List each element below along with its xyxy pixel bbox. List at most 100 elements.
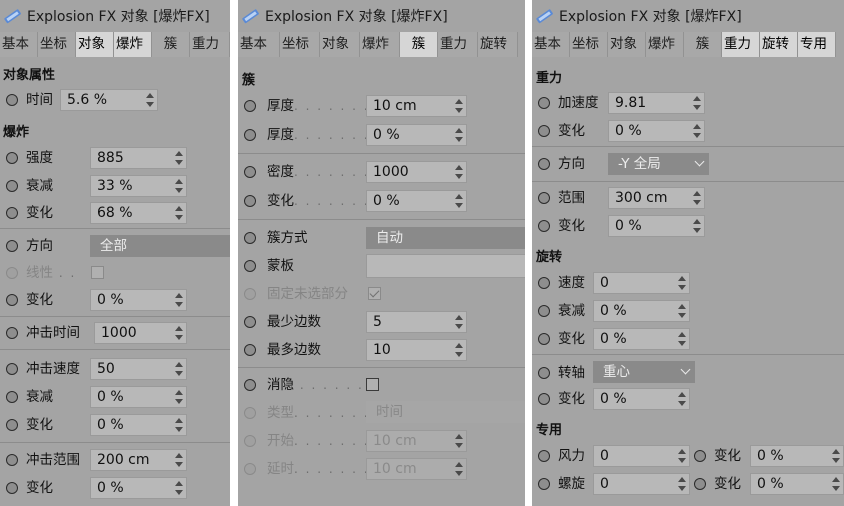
- spinner-icon[interactable]: [678, 449, 686, 463]
- tab-basic[interactable]: 基本: [0, 32, 38, 57]
- variation-field[interactable]: 0 %: [90, 477, 187, 499]
- spinner-icon[interactable]: [175, 362, 183, 376]
- delay-field[interactable]: 10 cm: [366, 458, 467, 480]
- spinner-icon[interactable]: [678, 332, 686, 346]
- keyframe-dot-icon[interactable]: [244, 316, 256, 328]
- tab-coordinates[interactable]: 坐标: [280, 32, 320, 57]
- tab-cluster[interactable]: 簇: [152, 32, 190, 57]
- keyframe-dot-icon[interactable]: [244, 260, 256, 272]
- keyframe-dot-icon[interactable]: [244, 232, 256, 244]
- variation-field[interactable]: 0 %: [608, 215, 705, 237]
- keyframe-dot-icon[interactable]: [538, 125, 550, 137]
- thickness-field[interactable]: 10 cm: [366, 95, 467, 117]
- impact-range-field[interactable]: 200 cm: [90, 449, 187, 471]
- keyframe-dot-icon[interactable]: [538, 158, 550, 170]
- decay-field[interactable]: 0 %: [90, 386, 187, 408]
- keyframe-dot-icon[interactable]: [244, 166, 256, 178]
- keyframe-dot-icon[interactable]: [538, 277, 550, 289]
- keyframe-dot-icon[interactable]: [694, 478, 706, 490]
- spinner-icon[interactable]: [175, 179, 183, 193]
- spinner-icon[interactable]: [455, 128, 463, 142]
- keyframe-dot-icon[interactable]: [244, 129, 256, 141]
- time-field[interactable]: 5.6 %: [60, 89, 158, 111]
- spinner-icon[interactable]: [455, 434, 463, 448]
- tab-cluster[interactable]: 簇: [684, 32, 722, 57]
- max-edges-field[interactable]: 10: [366, 339, 467, 361]
- keyframe-dot-icon[interactable]: [538, 97, 550, 109]
- variation-field[interactable]: 0 %: [593, 388, 690, 410]
- keyframe-dot-icon[interactable]: [6, 327, 18, 339]
- wind-field[interactable]: 0: [593, 445, 690, 467]
- tab-gravity[interactable]: 重力: [722, 32, 760, 57]
- keyframe-dot-icon[interactable]: [6, 207, 18, 219]
- tab-coordinates[interactable]: 坐标: [38, 32, 76, 57]
- tab-gravity[interactable]: 重力: [190, 32, 230, 57]
- mask-link-field[interactable]: [366, 254, 525, 278]
- variation-field[interactable]: 0 %: [90, 289, 187, 311]
- spinner-icon[interactable]: [455, 343, 463, 357]
- keyframe-dot-icon[interactable]: [6, 391, 18, 403]
- tab-explosion[interactable]: 爆炸: [360, 32, 400, 57]
- strength-field[interactable]: 885: [90, 147, 187, 169]
- linear-checkbox[interactable]: [91, 266, 104, 279]
- keyframe-dot-icon[interactable]: [244, 344, 256, 356]
- tab-rotation[interactable]: 旋转: [760, 32, 798, 57]
- impact-speed-field[interactable]: 50: [90, 358, 187, 380]
- speed-field[interactable]: 0: [593, 272, 690, 294]
- cluster-mode-dropdown[interactable]: 自动: [366, 227, 525, 249]
- spinner-icon[interactable]: [455, 165, 463, 179]
- spinner-icon[interactable]: [175, 418, 183, 432]
- spinner-icon[interactable]: [832, 449, 840, 463]
- tab-coordinates[interactable]: 坐标: [570, 32, 608, 57]
- decay-field[interactable]: 0 %: [593, 300, 690, 322]
- spinner-icon[interactable]: [455, 462, 463, 476]
- axis-dropdown[interactable]: 重心: [593, 361, 695, 383]
- spinner-icon[interactable]: [678, 477, 686, 491]
- tab-object[interactable]: 对象: [76, 32, 114, 57]
- tab-basic[interactable]: 基本: [532, 32, 570, 57]
- keyframe-dot-icon[interactable]: [538, 305, 550, 317]
- min-edges-field[interactable]: 5: [366, 311, 467, 333]
- spinner-icon[interactable]: [832, 477, 840, 491]
- tab-explosion[interactable]: 爆炸: [646, 32, 684, 57]
- keyframe-dot-icon[interactable]: [244, 379, 256, 391]
- keyframe-dot-icon[interactable]: [6, 180, 18, 192]
- keyframe-dot-icon[interactable]: [538, 367, 550, 379]
- keyframe-dot-icon[interactable]: [6, 94, 18, 106]
- keyframe-dot-icon[interactable]: [6, 482, 18, 494]
- range-field[interactable]: 300 cm: [608, 187, 705, 209]
- tab-object[interactable]: 对象: [608, 32, 646, 57]
- tab-cluster[interactable]: 簇: [400, 32, 438, 57]
- variation-field[interactable]: 0 %: [593, 328, 690, 350]
- type-dropdown[interactable]: 时间: [366, 401, 525, 423]
- keyframe-dot-icon[interactable]: [6, 363, 18, 375]
- keyframe-dot-icon[interactable]: [538, 192, 550, 204]
- spinner-icon[interactable]: [693, 96, 701, 110]
- spinner-icon[interactable]: [175, 390, 183, 404]
- keyframe-dot-icon[interactable]: [6, 419, 18, 431]
- keyframe-dot-icon[interactable]: [6, 152, 18, 164]
- keyframe-dot-icon[interactable]: [6, 454, 18, 466]
- spinner-icon[interactable]: [175, 453, 183, 467]
- spinner-icon[interactable]: [175, 481, 183, 495]
- keyframe-dot-icon[interactable]: [244, 100, 256, 112]
- spiral-variation-field[interactable]: 0 %: [750, 473, 844, 495]
- acceleration-field[interactable]: 9.81: [608, 92, 705, 114]
- tab-special[interactable]: 专用: [798, 32, 836, 57]
- variation-field[interactable]: 0 %: [608, 120, 705, 142]
- direction-dropdown[interactable]: -Y 全局: [608, 153, 709, 175]
- spinner-icon[interactable]: [455, 315, 463, 329]
- keyframe-dot-icon[interactable]: [538, 478, 550, 490]
- decay-field[interactable]: 33 %: [90, 175, 187, 197]
- spiral-field[interactable]: 0: [593, 473, 690, 495]
- keyframe-dot-icon[interactable]: [244, 195, 256, 207]
- thickness-variation-field[interactable]: 0 %: [366, 124, 467, 146]
- spinner-icon[interactable]: [175, 293, 183, 307]
- keyframe-dot-icon[interactable]: [538, 450, 550, 462]
- keyframe-dot-icon[interactable]: [538, 333, 550, 345]
- spinner-icon[interactable]: [455, 99, 463, 113]
- variation-field[interactable]: 0 %: [366, 190, 467, 212]
- tab-explosion[interactable]: 爆炸: [114, 32, 152, 57]
- fade-checkbox[interactable]: [366, 378, 379, 391]
- spinner-icon[interactable]: [175, 151, 183, 165]
